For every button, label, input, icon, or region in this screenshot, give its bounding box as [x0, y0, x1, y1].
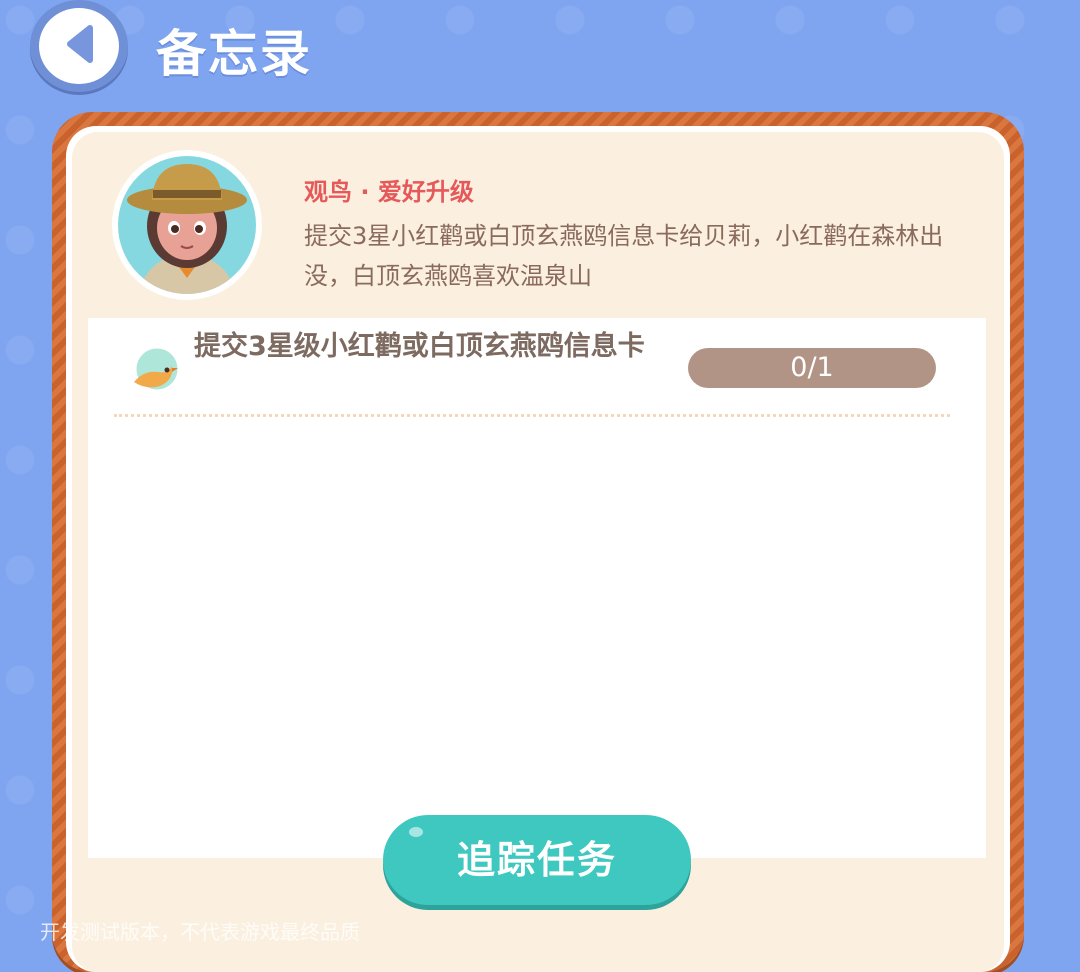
page-title: 备忘录: [156, 25, 312, 83]
quest-title: 观鸟 · 爱好升级: [304, 178, 474, 206]
task-description: 提交3星级小红鹳或白顶玄燕鸥信息卡: [194, 331, 645, 362]
chevron-left-icon: [62, 24, 96, 68]
divider: [114, 414, 950, 417]
watermark: 开发测试版本，不代表游戏最终品质: [40, 920, 360, 944]
task-progress: 0/1: [688, 348, 936, 388]
task-panel: 提交3星级小红鹳或白顶玄燕鸥信息卡 0/1: [88, 318, 986, 858]
button-shine: [409, 827, 423, 837]
back-button[interactable]: [30, 0, 128, 92]
track-task-label: 追踪任务: [456, 838, 617, 882]
explorer-avatar-icon: [118, 156, 256, 294]
avatar: [112, 150, 262, 300]
quest-description: 提交3星小红鹳或白顶玄燕鸥信息卡给贝莉，小红鹳在森林出没，白顶玄燕鸥喜欢温泉山: [304, 222, 944, 290]
track-task-button[interactable]: 追踪任务: [383, 815, 691, 905]
bird-icon: [128, 344, 182, 398]
